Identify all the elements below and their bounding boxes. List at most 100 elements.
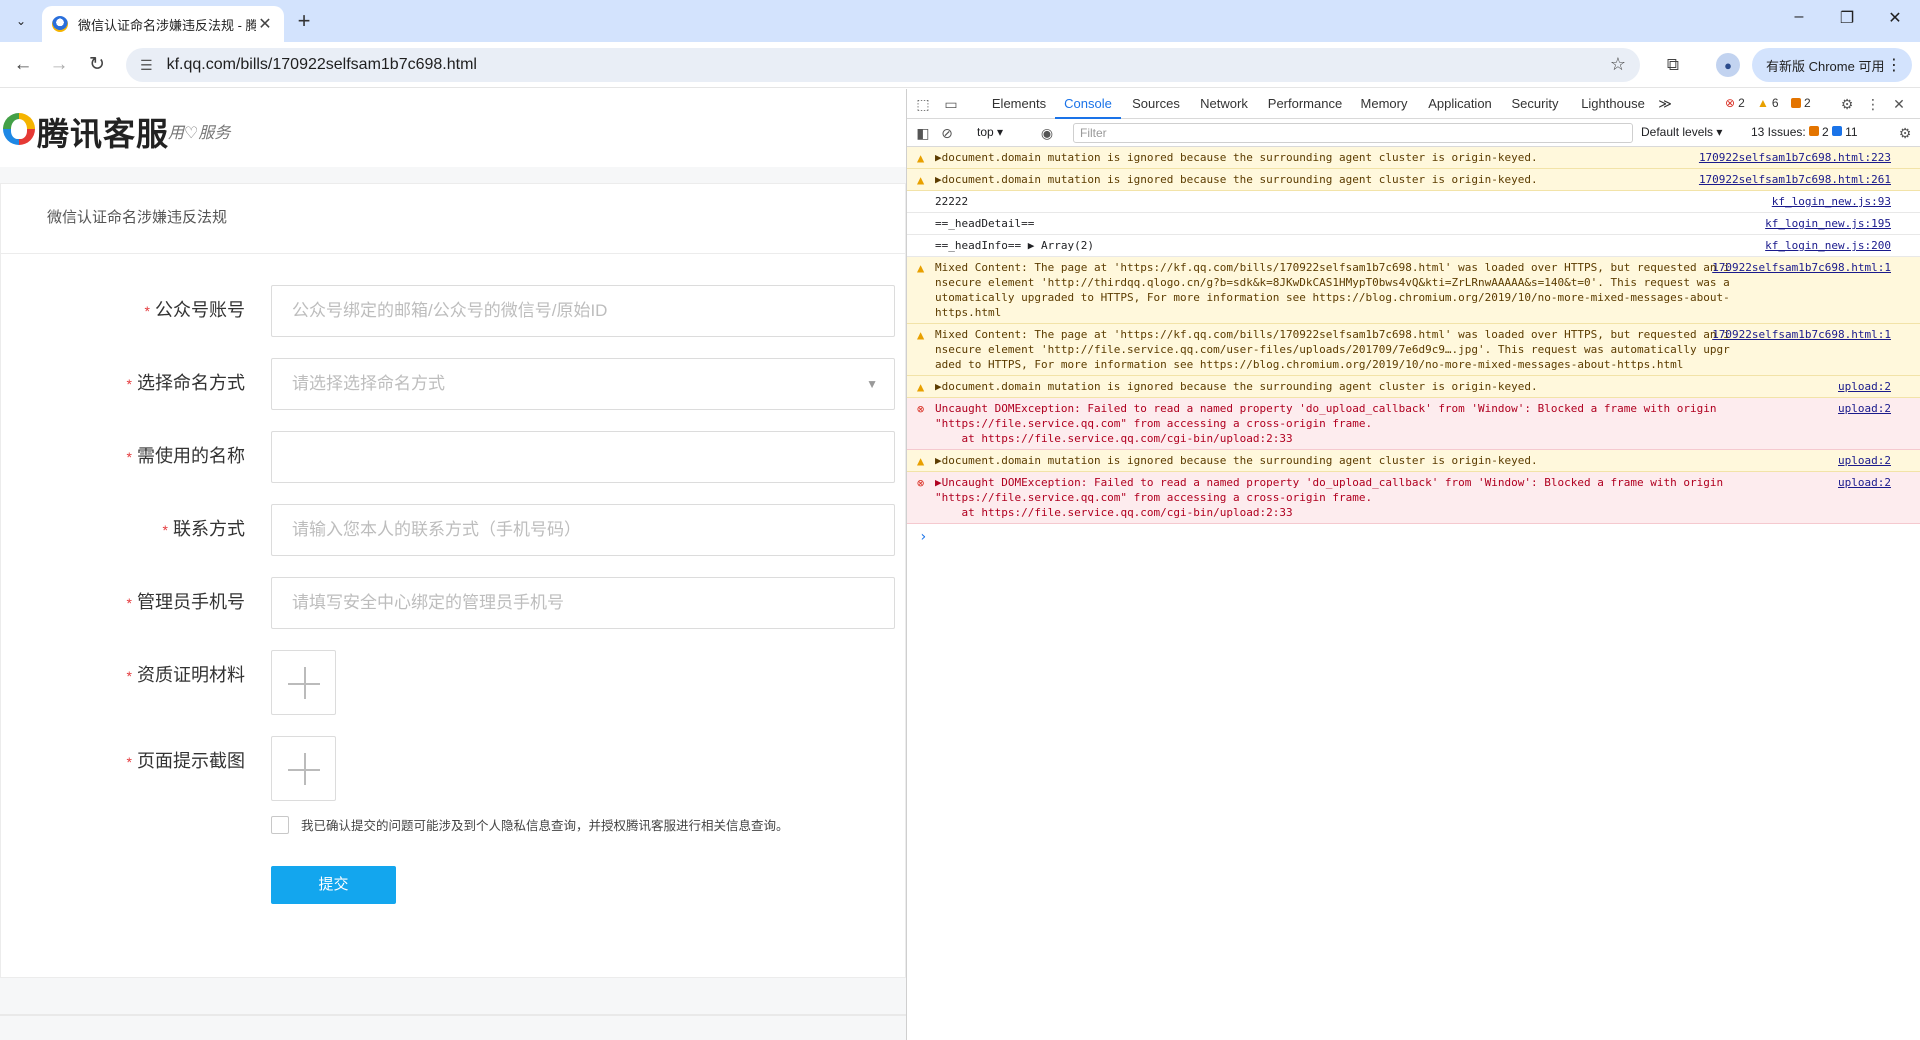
console-source-link[interactable]: upload:2	[1838, 475, 1891, 490]
error-icon: ⊗	[917, 476, 925, 490]
console-message[interactable]: ▲ ▶document.domain mutation is ignored be…	[907, 450, 1920, 472]
tab-sources[interactable]: Sources	[1125, 89, 1187, 119]
field-row-name: * 需使用的名称	[1, 431, 905, 483]
console-source-link[interactable]: 170922selfsam1b7c698.html:261	[1699, 172, 1891, 187]
console-source-link[interactable]: upload:2	[1838, 401, 1891, 416]
warning-counter[interactable]: ▲ 6	[1757, 96, 1779, 110]
warning-icon: ▲	[1757, 96, 1769, 110]
console-message-text: ▶document.domain mutation is ignored bec…	[935, 454, 1538, 467]
field-row-account: * 公众号账号 公众号绑定的邮箱/公众号的微信号/原始ID	[1, 285, 905, 337]
console-source-link[interactable]: upload:2	[1838, 379, 1891, 394]
restore-button[interactable]: ❐	[1824, 8, 1870, 28]
browser-tab-active[interactable]: 微信认证命名涉嫌违反法规 - 腾 ✕	[42, 6, 284, 42]
consent-text: 我已确认提交的问题可能涉及到个人隐私信息查询，并授权腾讯客服进行相关信息查询。	[301, 819, 789, 833]
browser-toolbar: ← → ↻ ☰ kf.qq.com/bills/170922selfsam1b7…	[0, 42, 1920, 88]
console-source-link[interactable]: kf_login_new.js:93	[1772, 194, 1891, 209]
issues-summary[interactable]: 13 Issues: 2 11	[1751, 125, 1858, 139]
console-message[interactable]: ⊗ ▶Uncaught DOMException: Failed to read …	[907, 472, 1920, 524]
live-expression-eye-icon[interactable]: ◉	[1037, 123, 1057, 143]
console-source-link[interactable]: kf_login_new.js:195	[1765, 216, 1891, 231]
contact-input[interactable]: 请输入您本人的联系方式（手机号码）	[271, 504, 895, 556]
tab-application[interactable]: Application	[1419, 89, 1501, 119]
error-counter[interactable]: ⊗ 2	[1725, 96, 1745, 110]
tab-search-chevron-icon[interactable]: ⌄	[8, 8, 34, 34]
tab-lighthouse[interactable]: Lighthouse	[1575, 89, 1651, 119]
console-prompt[interactable]: ›	[907, 524, 1920, 545]
console-message[interactable]: ▲ ▶document.domain mutation is ignored be…	[907, 169, 1920, 191]
tab-performance[interactable]: Performance	[1261, 89, 1349, 119]
context-select[interactable]: top ▾	[977, 125, 1003, 139]
console-message[interactable]: ▲ Mixed Content: The page at 'https://kf.…	[907, 257, 1920, 324]
screenshot-upload-plus-icon[interactable]	[271, 736, 336, 801]
console-message-text: ▶Uncaught DOMException: Failed to read a…	[935, 476, 1724, 519]
logo-slogan: 用♡服务	[168, 123, 231, 142]
field-row-naming-method: * 选择命名方式 请选择选择命名方式 ▼	[1, 358, 905, 410]
field-label: * 需使用的名称	[126, 446, 245, 466]
bookmark-star-icon[interactable]: ☆	[1610, 54, 1626, 75]
warning-icon: ▲	[917, 151, 925, 165]
console-message[interactable]: ▲ Mixed Content: The page at 'https://kf.…	[907, 324, 1920, 376]
console-settings-icon[interactable]: ⚙	[1895, 123, 1915, 143]
submit-button[interactable]: 提交	[271, 866, 396, 904]
forward-arrow-icon[interactable]: →	[46, 52, 72, 78]
admin-phone-input[interactable]: 请填写安全中心绑定的管理员手机号	[271, 577, 895, 629]
issue-counter[interactable]: 2	[1791, 96, 1811, 110]
console-message[interactable]: 22222 kf_login_new.js:93	[907, 191, 1920, 213]
site-info-icon[interactable]: ☰	[140, 57, 153, 74]
devtools-close-icon[interactable]: ✕	[1889, 94, 1909, 114]
tencent-kf-logo-icon[interactable]	[3, 113, 35, 145]
console-source-link[interactable]: 170922selfsam1b7c698.html:1	[1712, 260, 1891, 275]
new-tab-button[interactable]: +	[292, 10, 316, 34]
console-filter-input[interactable]: Filter	[1073, 123, 1633, 143]
console-message[interactable]: ==_headInfo== ▶ Array(2) kf_login_new.js:…	[907, 235, 1920, 257]
inspect-element-icon[interactable]: ⬚	[913, 94, 933, 114]
devtools-tabbar: ⬚ ▭ Elements Console Sources Network Per…	[907, 89, 1920, 119]
dropdown-arrow-icon[interactable]: ▼	[866, 359, 878, 409]
console-message[interactable]: ==_headDetail== kf_login_new.js:195	[907, 213, 1920, 235]
info-flag-icon	[1832, 126, 1843, 136]
clear-console-icon[interactable]: ⊘	[937, 123, 957, 143]
sidebar-toggle-icon[interactable]: ◧	[913, 123, 933, 143]
tab-network[interactable]: Network	[1191, 89, 1257, 119]
console-source-link[interactable]: 170922selfsam1b7c698.html:1	[1712, 327, 1891, 342]
more-tabs-icon[interactable]: ≫	[1653, 89, 1677, 119]
device-toolbar-icon[interactable]: ▭	[941, 94, 961, 114]
error-icon: ⊗	[1725, 96, 1736, 110]
tab-close-icon[interactable]: ✕	[256, 14, 274, 34]
reload-icon[interactable]: ↻	[84, 52, 110, 78]
back-arrow-icon[interactable]: ←	[10, 52, 36, 78]
required-mark: *	[126, 668, 132, 684]
minimize-button[interactable]: –	[1776, 8, 1822, 26]
naming-method-select[interactable]: 请选择选择命名方式 ▼	[271, 358, 895, 410]
console-source-link[interactable]: kf_login_new.js:200	[1765, 238, 1891, 253]
console-message-text: Uncaught DOMException: Failed to read a …	[935, 402, 1717, 445]
required-mark: *	[126, 376, 132, 392]
console-source-link[interactable]: upload:2	[1838, 453, 1891, 468]
devtools-menu-icon[interactable]: ⋮	[1863, 94, 1883, 114]
name-input[interactable]	[271, 431, 895, 483]
console-message[interactable]: ▲ ▶document.domain mutation is ignored be…	[907, 147, 1920, 169]
chrome-update-button[interactable]: 有新版 Chrome 可用 ⋮	[1752, 48, 1912, 82]
qualification-upload-plus-icon[interactable]	[271, 650, 336, 715]
account-input[interactable]: 公众号绑定的邮箱/公众号的微信号/原始ID	[271, 285, 895, 337]
issue-flag-icon	[1791, 98, 1801, 108]
close-window-button[interactable]: ✕	[1872, 8, 1918, 28]
address-bar[interactable]: ☰ kf.qq.com/bills/170922selfsam1b7c698.h…	[126, 48, 1640, 82]
privacy-consent: 我已确认提交的问题可能涉及到个人隐私信息查询，并授权腾讯客服进行相关信息查询。	[271, 815, 789, 834]
consent-checkbox[interactable]	[271, 815, 289, 834]
chrome-menu-icon[interactable]: ⋮	[1886, 55, 1902, 75]
console-message[interactable]: ▲ ▶document.domain mutation is ignored be…	[907, 376, 1920, 398]
console-source-link[interactable]: 170922selfsam1b7c698.html:223	[1699, 150, 1891, 165]
devtools-panel: ⬚ ▭ Elements Console Sources Network Per…	[906, 89, 1920, 1040]
tab-console[interactable]: Console	[1055, 89, 1121, 119]
settings-gear-icon[interactable]: ⚙	[1837, 94, 1857, 114]
tab-elements[interactable]: Elements	[985, 89, 1053, 119]
logo-text[interactable]: 腾讯客服	[37, 109, 169, 155]
extensions-icon[interactable]: ⧉	[1660, 52, 1686, 78]
console-message[interactable]: ⊗ Uncaught DOMException: Failed to read a…	[907, 398, 1920, 450]
tab-security[interactable]: Security	[1505, 89, 1565, 119]
profile-avatar-icon[interactable]: ●	[1716, 53, 1740, 77]
tab-memory[interactable]: Memory	[1353, 89, 1415, 119]
url-text[interactable]: kf.qq.com/bills/170922selfsam1b7c698.htm…	[167, 56, 477, 74]
log-levels-select[interactable]: Default levels ▾	[1641, 125, 1722, 139]
